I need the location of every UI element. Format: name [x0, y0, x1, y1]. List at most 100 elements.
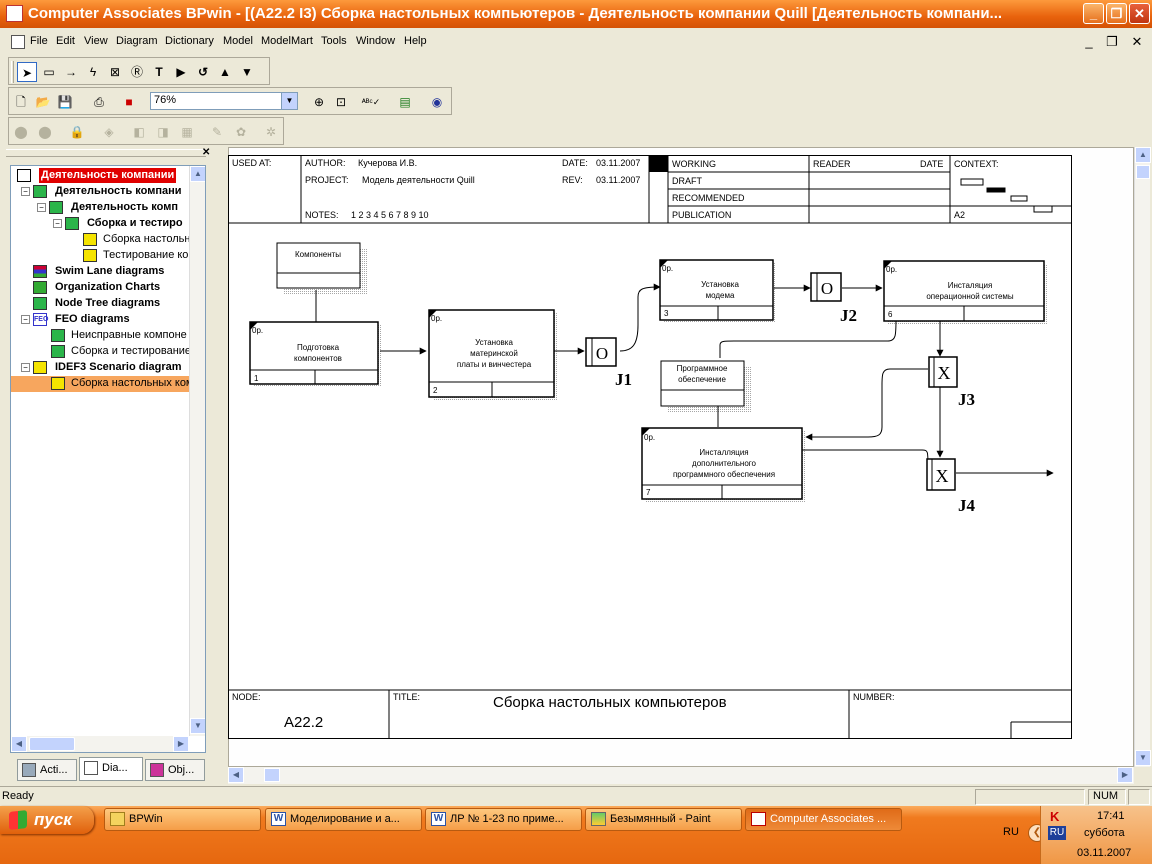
tab-diagrams[interactable]: Dia... — [79, 757, 143, 781]
print-icon[interactable]: ⎙ — [89, 92, 109, 112]
mdi-minimize-button[interactable]: _ — [1079, 32, 1099, 52]
canvas-vscrollbar[interactable]: ▲ ▼ — [1134, 147, 1151, 767]
menu-window[interactable]: Window — [356, 35, 395, 47]
uow-3-box[interactable]: 0р. 3 Установка модема — [659, 259, 776, 323]
panel-close-icon[interactable]: ✕ — [202, 147, 210, 158]
collapse-icon[interactable]: − — [21, 363, 30, 372]
menu-diagram[interactable]: Diagram — [116, 35, 158, 47]
menu-tools[interactable]: Tools — [321, 35, 347, 47]
new-icon[interactable]: 🗋 — [11, 92, 31, 112]
uow-2-box[interactable]: 0р. 2 Установка материнской платы и винчес… — [428, 309, 558, 400]
scroll-left-icon[interactable]: ◀ — [11, 736, 27, 752]
bpwin-app-icon[interactable] — [6, 5, 23, 22]
language-indicator-left[interactable]: RU — [1003, 826, 1019, 838]
mdi-close-button[interactable]: ✕ — [1127, 32, 1147, 52]
pointer-tool-icon[interactable]: ➤ — [17, 62, 37, 82]
tree-vscrollbar[interactable]: ▲ ▼ — [189, 166, 205, 736]
canvas-hscrollbar[interactable]: ◀ ▶ — [228, 767, 1134, 784]
text-tool-icon[interactable]: T — [149, 62, 169, 82]
menu-view[interactable]: View — [84, 35, 108, 47]
zoom-select[interactable]: 76% ▼ — [150, 92, 298, 110]
uow-1-box[interactable]: 0р. 1 Подготовка компонентов — [249, 321, 382, 387]
taskbar-btn-word-1[interactable]: W Моделирование и а... — [265, 808, 422, 831]
menu-help[interactable]: Help — [404, 35, 427, 47]
mdi-restore-button[interactable]: ❐ — [1102, 32, 1122, 52]
tree-item-idef3-scenario-1[interactable]: Сборка настольных комп — [11, 376, 199, 392]
chevron-down-icon[interactable]: ▼ — [281, 93, 297, 109]
link-tool-icon[interactable]: → — [61, 62, 81, 82]
squiggle-tool-icon[interactable]: ϟ — [83, 62, 103, 82]
go-to-parent-icon[interactable]: ▲ — [215, 62, 235, 82]
collapse-icon[interactable]: − — [21, 187, 30, 196]
save-icon[interactable]: 💾 — [55, 92, 75, 112]
tab-activities[interactable]: Acti... — [17, 759, 77, 781]
taskbar-btn-word-2[interactable]: W ЛР № 1-23 по приме... — [425, 808, 582, 831]
open-icon[interactable]: 📂 — [33, 92, 53, 112]
go-to-child-icon[interactable]: ▶ — [171, 62, 191, 82]
toolbar-grip[interactable] — [11, 61, 14, 83]
menu-dictionary[interactable]: Dictionary — [165, 35, 214, 47]
taskbar-btn-paint[interactable]: Безымянный - Paint — [585, 808, 742, 831]
collapse-icon[interactable]: − — [53, 219, 62, 228]
modelmart-toolbar: ⬤ ⬤ 🔒 ◈ ◧ ◨ ▦ ✎ ✿ ✲ — [8, 117, 284, 145]
uow-6-box[interactable]: 0р. 6 Инсталяция операционной системы — [883, 260, 1048, 324]
zoom-in-icon[interactable]: ⊕ — [309, 92, 329, 112]
mm-report-icon[interactable]: ▦ — [177, 122, 197, 142]
language-indicator[interactable]: RU — [1048, 826, 1066, 840]
menu-edit[interactable]: Edit — [56, 35, 75, 47]
title-bar[interactable]: Computer Associates BPwin - [(A22.2 I3) … — [0, 0, 1152, 28]
mm-save-icon[interactable]: ◧ — [129, 122, 149, 142]
taskbar-btn-bpwin[interactable]: Computer Associates ... — [745, 808, 902, 831]
number-label: NUMBER: — [853, 692, 895, 702]
collapse-icon[interactable]: − — [21, 315, 30, 324]
panel-grip[interactable] — [6, 149, 206, 157]
tab-objects[interactable]: Obj... — [145, 759, 205, 781]
uow-7-box[interactable]: 0р. 7 Инсталляция дополнительного программ… — [641, 427, 806, 503]
scroll-left-icon[interactable]: ◀ — [228, 767, 244, 783]
menu-file[interactable]: File — [30, 35, 48, 47]
modelmart-icon[interactable]: ◉ — [427, 92, 447, 112]
zoom-fit-icon[interactable]: ⊡ — [331, 92, 351, 112]
spelling-icon[interactable]: ᴬᴮᶜ✓ — [361, 92, 381, 112]
uow-tool-icon[interactable]: ▭ — [39, 62, 59, 82]
mm-merge-icon[interactable]: ◨ — [153, 122, 173, 142]
lock-icon[interactable]: 🔒 — [67, 122, 87, 142]
scroll-right-icon[interactable]: ▶ — [173, 736, 189, 752]
mm-catalog-icon[interactable]: ✿ — [231, 122, 251, 142]
tree-hscrollbar[interactable]: ◀ ▶ — [11, 736, 189, 752]
model-explorer-icon[interactable]: ▤ — [395, 92, 415, 112]
scroll-thumb[interactable] — [1136, 165, 1150, 179]
start-button[interactable]: пуск — [0, 806, 94, 834]
collapse-icon[interactable]: − — [37, 203, 46, 212]
mm-options-icon[interactable]: ✲ — [261, 122, 281, 142]
close-button[interactable]: ✕ — [1129, 3, 1150, 24]
scroll-down-icon[interactable]: ▼ — [1135, 750, 1151, 766]
mm-connect-icon[interactable]: ⬤ — [11, 122, 31, 142]
menu-modelmart[interactable]: ModelMart — [261, 35, 313, 47]
font-color-icon[interactable]: ■ — [119, 92, 139, 112]
referent-tool-icon[interactable]: Ⓡ — [127, 62, 147, 82]
menu-model[interactable]: Model — [223, 35, 253, 47]
mm-security-icon[interactable]: ✎ — [207, 122, 227, 142]
scroll-thumb[interactable] — [264, 768, 280, 782]
scroll-up-icon[interactable]: ▲ — [190, 166, 205, 182]
scroll-down-icon[interactable]: ▼ — [190, 718, 205, 734]
object-components[interactable]: Компоненты — [276, 242, 368, 294]
junction-tool-icon[interactable]: ⊠ — [105, 62, 125, 82]
object-software[interactable]: Программное обеспечение — [660, 360, 752, 412]
clock-time[interactable]: 17:41 — [1097, 810, 1125, 822]
document-icon[interactable] — [11, 35, 25, 49]
svg-text:3: 3 — [664, 309, 669, 318]
idef3-icon — [51, 377, 65, 390]
taskbar-btn-bpwin-folder[interactable]: BPWin — [104, 808, 261, 831]
maximize-button[interactable]: ❐ — [1106, 3, 1127, 24]
mm-disconnect-icon[interactable]: ⬤ — [35, 122, 55, 142]
scroll-thumb[interactable] — [29, 737, 75, 751]
mm-object-icon[interactable]: ◈ — [99, 122, 119, 142]
undo-icon[interactable]: ↺ — [193, 62, 213, 82]
scroll-right-icon[interactable]: ▶ — [1117, 767, 1133, 783]
scroll-up-icon[interactable]: ▲ — [1135, 147, 1151, 163]
go-down-icon[interactable]: ▼ — [237, 62, 257, 82]
antivirus-icon[interactable]: K — [1050, 809, 1064, 824]
minimize-button[interactable]: _ — [1083, 3, 1104, 24]
